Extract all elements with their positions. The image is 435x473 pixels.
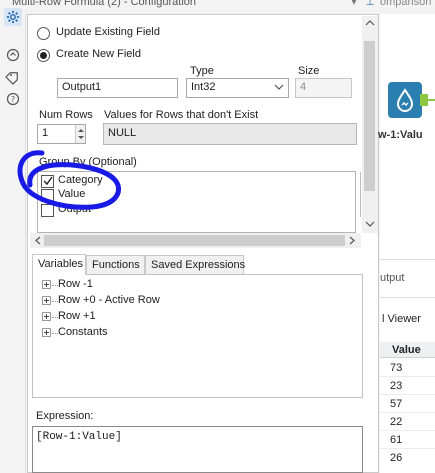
horizontal-scroll-thumb[interactable] xyxy=(44,235,345,246)
size-input[interactable]: 4 xyxy=(295,78,352,98)
update-existing-field-label[interactable]: Update Existing Field xyxy=(56,26,160,38)
pin-icon[interactable]: ⊥ xyxy=(364,0,376,9)
table-cell[interactable]: 26 xyxy=(390,452,402,464)
scroll-right-icon[interactable] xyxy=(346,234,358,247)
dropdown-icon[interactable]: ▾ xyxy=(348,0,360,9)
update-existing-field-radio[interactable] xyxy=(37,27,50,40)
vertical-scroll-thumb[interactable] xyxy=(364,41,375,191)
tab-functions[interactable]: Functions xyxy=(86,255,145,274)
results-divider xyxy=(380,297,435,298)
tab-saved-expressions[interactable]: Saved Expressions xyxy=(145,255,245,274)
expand-icon[interactable] xyxy=(42,296,51,305)
table-cell[interactable]: 22 xyxy=(390,416,402,428)
tag-icon[interactable] xyxy=(4,68,22,86)
tree-item-row-plus-1[interactable]: Row +1 xyxy=(58,310,96,322)
expand-icon[interactable] xyxy=(42,312,51,321)
table-cell[interactable]: 57 xyxy=(390,398,402,410)
tree-item-constants[interactable]: Constants xyxy=(58,326,108,338)
row-divider xyxy=(380,412,435,413)
table-cell[interactable]: 23 xyxy=(390,380,402,392)
scroll-down-icon[interactable] xyxy=(363,218,377,230)
size-label: Size xyxy=(298,65,320,77)
expand-icon[interactable] xyxy=(42,280,51,289)
background-tab-label[interactable]: omparison xyxy=(380,0,431,8)
expression-label: Expression: xyxy=(36,410,94,422)
viewer-label[interactable]: l Viewer xyxy=(382,313,421,325)
num-rows-label: Num Rows xyxy=(39,109,93,121)
chevron-down-icon[interactable] xyxy=(272,80,286,94)
connection-line xyxy=(428,99,435,101)
type-label: Type xyxy=(190,65,214,77)
stepper-arrows-icon[interactable] xyxy=(75,125,85,143)
nonexistent-rows-label: Values for Rows that don't Exist xyxy=(104,109,259,121)
expression-text[interactable]: [Row-1:Value] xyxy=(36,431,122,443)
column-header-value[interactable]: Value xyxy=(392,344,421,356)
tree-item-row-minus-1[interactable]: Row -1 xyxy=(58,278,93,290)
scroll-left-icon[interactable] xyxy=(32,234,44,247)
row-divider xyxy=(380,430,435,431)
multi-row-formula-tool[interactable] xyxy=(388,82,422,118)
gear-icon[interactable] xyxy=(4,8,22,26)
new-field-name-input[interactable]: Output1 xyxy=(57,78,178,98)
tool-annotation-label: w-1:Valu xyxy=(378,129,423,141)
tab-variables[interactable]: Variables xyxy=(32,254,86,275)
scroll-up-icon[interactable] xyxy=(363,17,377,29)
tree-item-row-0[interactable]: Row +0 - Active Row xyxy=(58,294,160,306)
row-divider xyxy=(380,394,435,395)
create-new-field-label[interactable]: Create New Field xyxy=(56,48,141,60)
results-pane xyxy=(380,259,435,473)
annotation-circle xyxy=(17,150,121,210)
svg-text:?: ? xyxy=(11,95,15,104)
tool-output-anchor[interactable] xyxy=(420,94,428,106)
help-icon[interactable]: ? xyxy=(4,90,22,108)
table-cell[interactable]: 73 xyxy=(390,362,402,374)
create-new-field-radio[interactable] xyxy=(37,49,50,62)
window-title: Multi-Row Formula (2) - Configuration xyxy=(12,0,196,8)
droplet-icon xyxy=(396,88,414,112)
row-divider xyxy=(380,376,435,377)
results-header: utput xyxy=(380,272,405,284)
nonexistent-rows-dropdown[interactable]: NULL xyxy=(103,123,357,145)
connections-icon[interactable] xyxy=(4,46,22,64)
row-divider xyxy=(380,448,435,449)
expand-icon[interactable] xyxy=(42,328,51,337)
table-cell[interactable]: 61 xyxy=(390,434,402,446)
